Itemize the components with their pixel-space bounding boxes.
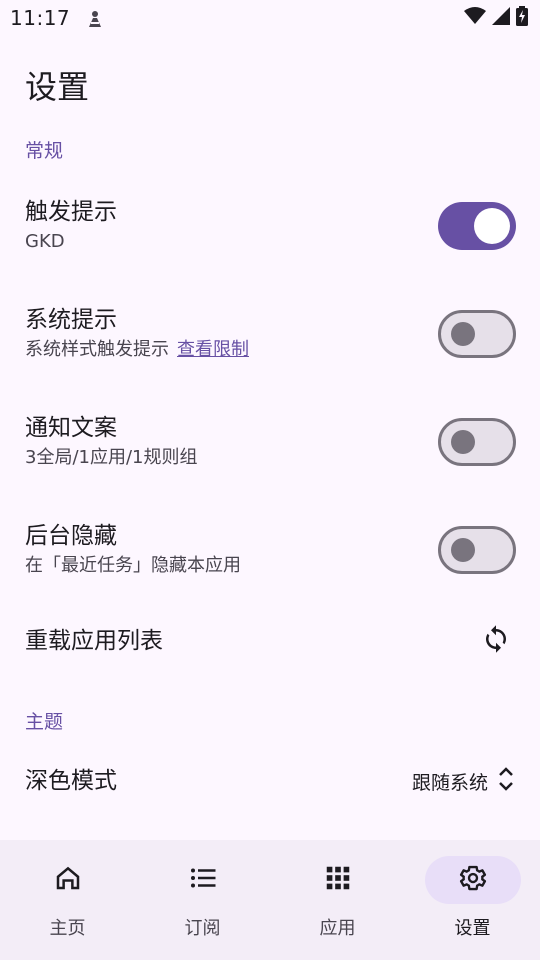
setting-dark-mode[interactable]: 深色模式 跟随系统 bbox=[0, 756, 540, 806]
nav-item-settings[interactable]: 设置 bbox=[405, 840, 540, 960]
status-bar: 11:17 bbox=[0, 0, 540, 36]
switch-knob bbox=[474, 208, 510, 244]
dark-mode-value[interactable]: 跟随系统 bbox=[412, 768, 488, 795]
home-icon bbox=[53, 863, 83, 897]
system-tip-switch[interactable] bbox=[438, 310, 516, 358]
switch-knob bbox=[451, 322, 475, 346]
setting-notify-text[interactable]: 通知文案 3全局/1应用/1规则组 bbox=[0, 406, 540, 478]
nav-pill bbox=[20, 856, 116, 904]
nav-item-apps[interactable]: 应用 bbox=[270, 840, 405, 960]
section-header-general: 常规 bbox=[25, 140, 64, 162]
nav-item-subscriptions[interactable]: 订阅 bbox=[135, 840, 270, 960]
unfold-more-icon[interactable] bbox=[496, 764, 516, 798]
setting-title: 系统提示 bbox=[25, 307, 117, 333]
setting-hide-background[interactable]: 后台隐藏 在「最近任务」隐藏本应用 bbox=[0, 514, 540, 586]
setting-subtitle: 系统样式触发提示 查看限制 bbox=[25, 336, 438, 364]
setting-system-tip[interactable]: 系统提示 系统样式触发提示 查看限制 bbox=[0, 298, 540, 370]
status-time: 11:17 bbox=[10, 6, 71, 30]
nav-item-home[interactable]: 主页 bbox=[0, 840, 135, 960]
list-icon bbox=[188, 863, 218, 897]
switch-knob bbox=[451, 430, 475, 454]
setting-title: 深色模式 bbox=[25, 768, 117, 794]
setting-reload-apps[interactable]: 重载应用列表 bbox=[0, 616, 540, 666]
gear-icon bbox=[458, 863, 488, 897]
system-tip-subtitle-text: 系统样式触发提示 bbox=[25, 339, 169, 360]
page-title: 设置 bbox=[25, 68, 90, 106]
nav-pill bbox=[155, 856, 251, 904]
switch-knob bbox=[451, 538, 475, 562]
battery-icon bbox=[516, 5, 528, 31]
nav-label: 主页 bbox=[49, 918, 86, 939]
view-limits-link[interactable]: 查看限制 bbox=[177, 339, 249, 360]
setting-title: 通知文案 bbox=[25, 415, 117, 441]
section-header-theme: 主题 bbox=[25, 711, 64, 733]
setting-title: 触发提示 bbox=[25, 199, 117, 225]
apps-grid-icon bbox=[323, 863, 353, 897]
nav-label: 订阅 bbox=[184, 918, 221, 939]
setting-title: 后台隐藏 bbox=[25, 523, 117, 549]
bottom-navigation: 主页 订阅 应用 设置 bbox=[0, 840, 540, 960]
wifi-icon bbox=[464, 6, 486, 30]
hide-background-switch[interactable] bbox=[438, 526, 516, 574]
setting-title: 重载应用列表 bbox=[25, 628, 163, 654]
nav-pill-active bbox=[424, 856, 521, 904]
nav-pill bbox=[290, 856, 386, 904]
status-icons bbox=[464, 5, 528, 31]
cell-signal-icon bbox=[492, 6, 510, 30]
setting-subtitle: 3全局/1应用/1规则组 bbox=[25, 447, 198, 468]
trigger-tip-switch[interactable] bbox=[438, 202, 516, 250]
nav-label: 设置 bbox=[454, 918, 491, 939]
nav-label: 应用 bbox=[319, 918, 356, 939]
setting-trigger-tip[interactable]: 触发提示 GKD bbox=[0, 190, 540, 262]
refresh-icon bbox=[481, 624, 511, 658]
notify-text-switch[interactable] bbox=[438, 418, 516, 466]
refresh-button[interactable] bbox=[476, 621, 516, 661]
setting-subtitle: GKD bbox=[25, 231, 65, 252]
app-notification-icon bbox=[86, 9, 104, 27]
setting-subtitle: 在「最近任务」隐藏本应用 bbox=[25, 555, 241, 576]
